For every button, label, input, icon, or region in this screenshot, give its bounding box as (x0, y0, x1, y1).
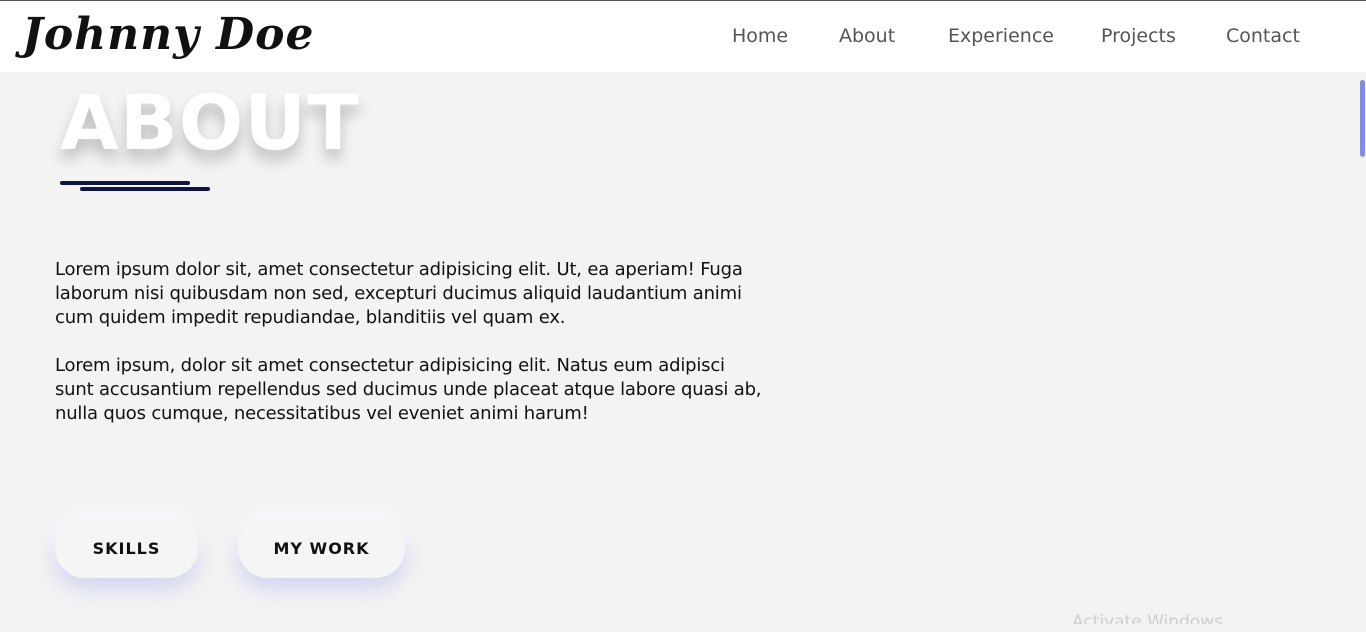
site-logo[interactable]: Johnny Doe (22, 9, 315, 60)
about-paragraph-1: Lorem ipsum dolor sit, amet consectetur … (55, 259, 743, 328)
about-paragraph-2: Lorem ipsum, dolor sit amet consectetur … (55, 355, 762, 424)
scrollbar-thumb[interactable] (1360, 80, 1365, 157)
title-underline-top (60, 181, 190, 185)
nav-item-experience[interactable]: Experience (948, 25, 1054, 47)
section-title: ABOUT (60, 78, 360, 167)
nav-item-contact[interactable]: Contact (1226, 25, 1300, 47)
activate-windows-watermark: Activate Windows (1072, 612, 1223, 632)
nav-item-projects[interactable]: Projects (1101, 25, 1176, 47)
navbar: Johnny Doe Home About Experience Project… (0, 1, 1366, 72)
skills-button[interactable]: SKILLS (55, 518, 198, 578)
nav-item-home[interactable]: Home (732, 25, 788, 47)
my-work-button[interactable]: MY WORK (238, 518, 405, 578)
title-underline-bottom (80, 187, 210, 191)
nav-item-about[interactable]: About (839, 25, 895, 47)
